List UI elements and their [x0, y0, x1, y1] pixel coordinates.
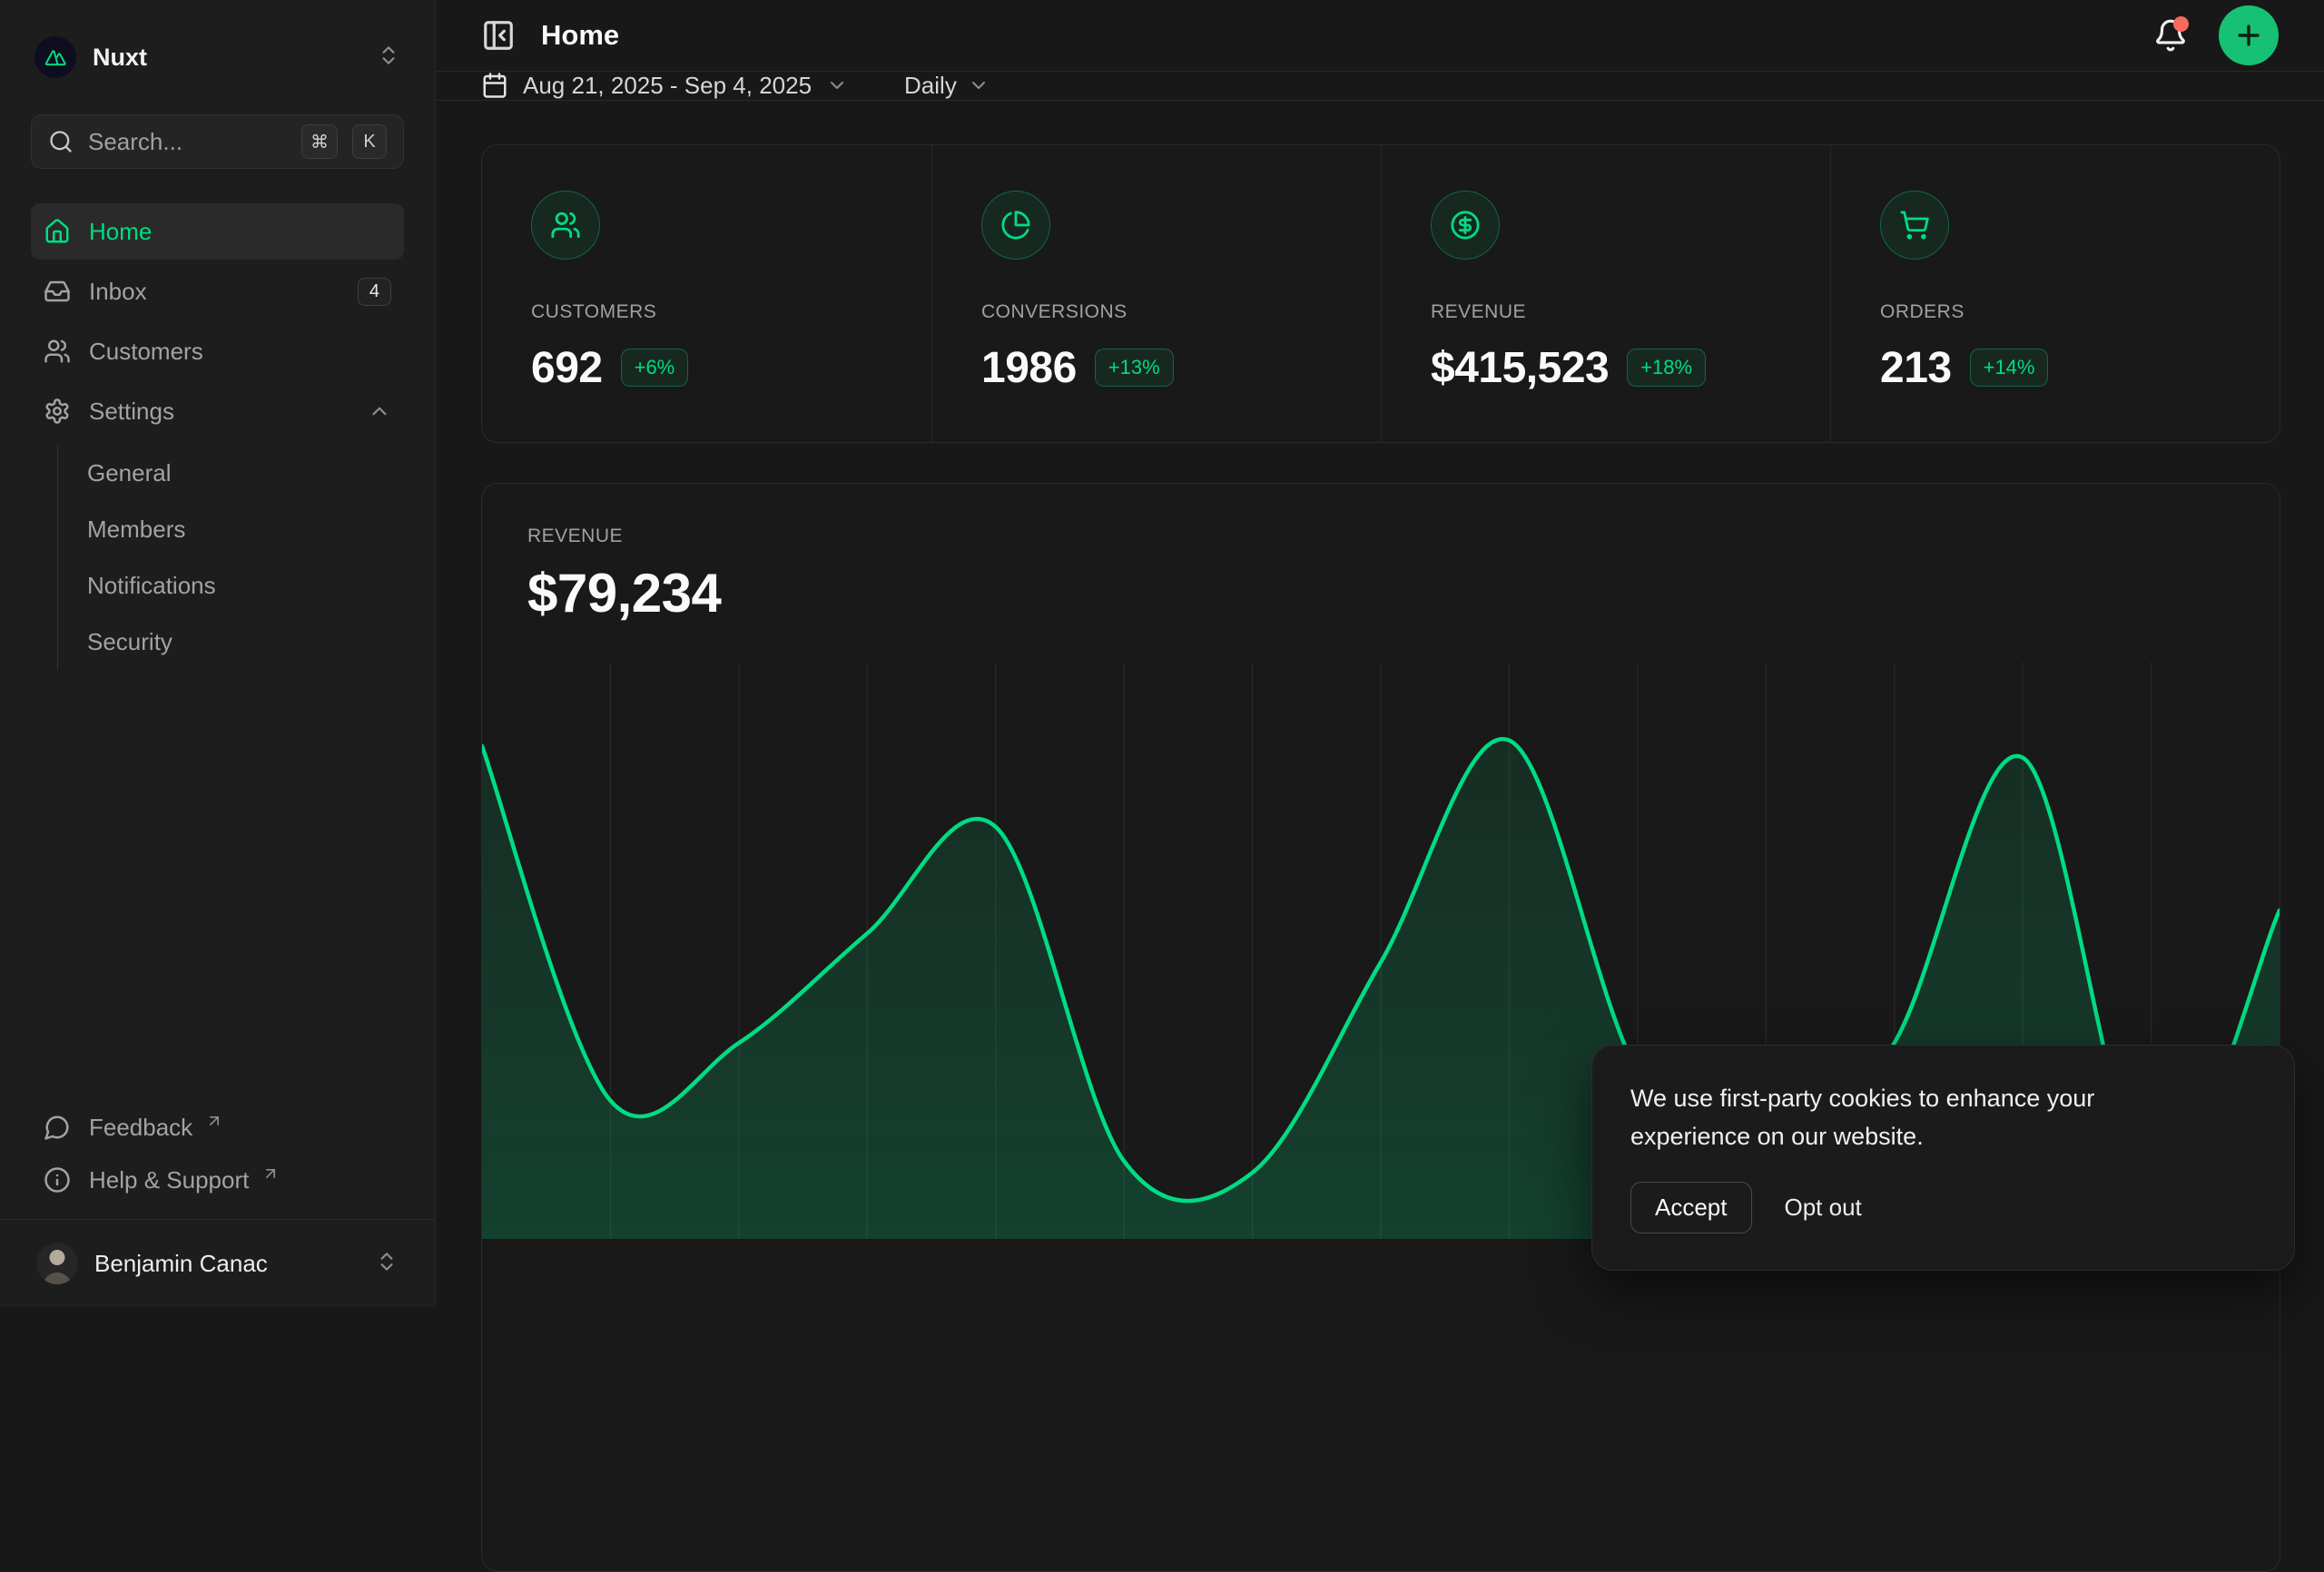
- plus-icon: [2233, 20, 2264, 51]
- sidebar-nav: Home Inbox 4 Customers Settings General: [31, 203, 404, 670]
- chevron-down-icon: [826, 74, 848, 96]
- sidebar-item-settings[interactable]: Settings: [31, 383, 404, 439]
- sidebar: Nuxt Search... ⌘ K Home Inbox 4: [0, 0, 436, 1307]
- dollar-circle-icon: [1431, 191, 1500, 260]
- stats-row: CUSTOMERS 692 +6% CONVERSIONS 1986 +13%: [481, 144, 2280, 443]
- chevrons-up-down-icon: [377, 44, 400, 72]
- user-block: Benjamin Canac: [0, 1219, 435, 1307]
- external-link-icon: [205, 1112, 223, 1130]
- stat-card-conversions[interactable]: CONVERSIONS 1986 +13%: [931, 145, 1381, 442]
- chevron-down-icon: [968, 74, 990, 96]
- k-kbd: K: [352, 124, 387, 159]
- header-actions: [2153, 5, 2279, 65]
- stat-label: REVENUE: [1431, 301, 1781, 323]
- filter-bar: Aug 21, 2025 - Sep 4, 2025 Daily: [436, 72, 2324, 101]
- search-icon: [48, 129, 74, 154]
- sidebar-item-general[interactable]: General: [87, 445, 404, 501]
- sidebar-spacer: [31, 670, 404, 1101]
- subnav-label: Security: [87, 628, 172, 656]
- gear-icon: [44, 398, 71, 425]
- feedback-label: Feedback: [89, 1114, 192, 1142]
- granularity-select[interactable]: Daily: [904, 72, 990, 100]
- stat-value: $415,523: [1431, 343, 1609, 393]
- page-title: Home: [541, 19, 619, 52]
- date-range-picker[interactable]: Aug 21, 2025 - Sep 4, 2025: [481, 72, 848, 100]
- settings-subnav: General Members Notifications Security: [57, 445, 404, 670]
- help-support-label: Help & Support: [89, 1166, 249, 1194]
- panel-left-collapse-icon[interactable]: [481, 18, 516, 53]
- user-menu[interactable]: Benjamin Canac: [31, 1220, 404, 1307]
- stat-value: 1986: [981, 343, 1077, 393]
- notifications-button[interactable]: [2153, 18, 2188, 53]
- search-placeholder: Search...: [88, 128, 287, 156]
- sidebar-footer: Feedback Help & Support: [31, 1101, 404, 1219]
- content: CUSTOMERS 692 +6% CONVERSIONS 1986 +13%: [436, 101, 2324, 1572]
- feedback-link[interactable]: Feedback: [31, 1101, 404, 1154]
- sidebar-item-label: Settings: [89, 398, 174, 426]
- notification-dot: [2173, 16, 2189, 32]
- stat-delta-badge: +6%: [621, 349, 689, 387]
- revenue-chart-header: REVENUE $79,234: [482, 484, 2280, 624]
- revenue-label: REVENUE: [527, 526, 2234, 547]
- stat-delta-badge: +13%: [1095, 349, 1174, 387]
- add-button[interactable]: [2219, 5, 2279, 65]
- sidebar-item-label: Customers: [89, 338, 203, 366]
- stat-card-revenue[interactable]: REVENUE $415,523 +18%: [1381, 145, 1830, 442]
- org-switcher[interactable]: Nuxt: [31, 0, 404, 114]
- stat-card-orders[interactable]: ORDERS 213 +14%: [1830, 145, 2280, 442]
- main-header: Home: [436, 0, 2324, 72]
- revenue-value: $79,234: [527, 562, 2234, 624]
- accept-button[interactable]: Accept: [1630, 1182, 1752, 1233]
- info-icon: [44, 1166, 71, 1194]
- stat-label: ORDERS: [1880, 301, 2230, 323]
- user-name: Benjamin Canac: [94, 1250, 268, 1278]
- cookie-message: We use first-party cookies to enhance yo…: [1630, 1080, 2198, 1156]
- chevron-up-icon: [368, 399, 391, 423]
- calendar-icon: [481, 72, 508, 99]
- subnav-label: Notifications: [87, 572, 216, 600]
- stat-delta-badge: +14%: [1970, 349, 2049, 387]
- cookie-banner: We use first-party cookies to enhance yo…: [1591, 1045, 2295, 1271]
- sidebar-item-label: Inbox: [89, 278, 147, 306]
- inbox-count-badge: 4: [358, 278, 391, 306]
- sidebar-item-notifications[interactable]: Notifications: [87, 557, 404, 614]
- stat-label: CONVERSIONS: [981, 301, 1332, 323]
- nuxt-logo-icon: [34, 36, 76, 78]
- users-icon: [44, 338, 71, 365]
- subnav-label: General: [87, 459, 172, 487]
- stat-card-customers[interactable]: CUSTOMERS 692 +6%: [482, 145, 931, 442]
- sidebar-item-security[interactable]: Security: [87, 614, 404, 670]
- pie-chart-icon: [981, 191, 1050, 260]
- cart-icon: [1880, 191, 1949, 260]
- org-name: Nuxt: [93, 44, 147, 72]
- message-bubble-icon: [44, 1114, 71, 1141]
- stat-value: 213: [1880, 343, 1952, 393]
- cookie-actions: Accept Opt out: [1630, 1182, 2256, 1233]
- home-icon: [44, 218, 71, 245]
- sidebar-item-customers[interactable]: Customers: [31, 323, 404, 379]
- sidebar-item-members[interactable]: Members: [87, 501, 404, 557]
- sidebar-item-home[interactable]: Home: [31, 203, 404, 260]
- stat-label: CUSTOMERS: [531, 301, 882, 323]
- search-input[interactable]: Search... ⌘ K: [31, 114, 404, 169]
- avatar: [36, 1243, 78, 1284]
- help-support-link[interactable]: Help & Support: [31, 1154, 404, 1206]
- external-link-icon: [261, 1164, 280, 1183]
- subnav-label: Members: [87, 516, 185, 544]
- sidebar-item-inbox[interactable]: Inbox 4: [31, 263, 404, 319]
- stat-delta-badge: +18%: [1627, 349, 1706, 387]
- granularity-value: Daily: [904, 72, 957, 100]
- opt-out-button[interactable]: Opt out: [1785, 1194, 1862, 1222]
- users-icon: [531, 191, 600, 260]
- inbox-icon: [44, 278, 71, 305]
- chevrons-up-down-icon: [375, 1250, 399, 1278]
- sidebar-item-label: Home: [89, 218, 152, 246]
- revenue-chart-card: REVENUE $79,234: [481, 483, 2280, 1572]
- date-range-value: Aug 21, 2025 - Sep 4, 2025: [523, 72, 812, 100]
- command-kbd: ⌘: [301, 124, 338, 159]
- stat-value: 692: [531, 343, 603, 393]
